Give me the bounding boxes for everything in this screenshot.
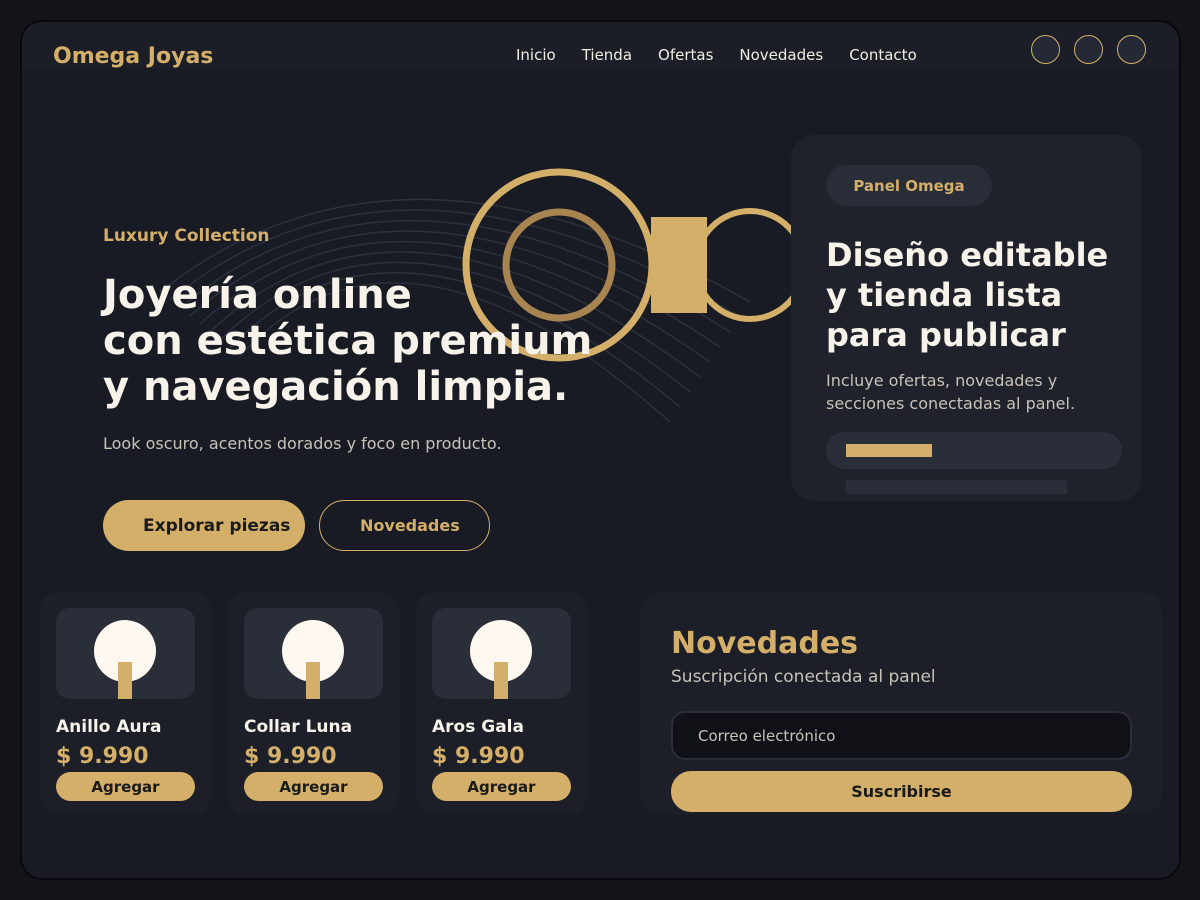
panel-title-line: para publicar <box>826 316 1066 354</box>
pendant-icon <box>470 620 532 699</box>
placeholder-bar <box>846 480 1067 494</box>
top-navbar: Omega Joyas Inicio Tienda Ofertas Noveda… <box>22 22 1179 69</box>
panel-badge: Panel Omega <box>826 165 992 206</box>
product-card[interactable]: Collar Luna $ 9.990 Agregar <box>228 592 399 814</box>
add-to-cart-button[interactable]: Agregar <box>56 772 195 801</box>
page-frame: Omega Joyas Inicio Tienda Ofertas Noveda… <box>20 20 1181 880</box>
hero-title-line: Joyería online <box>103 272 412 318</box>
hero-title: Joyería online con estética premium y na… <box>103 272 663 410</box>
hero-section: Luxury Collection Joyería online con est… <box>40 82 807 551</box>
account-icon[interactable] <box>1074 35 1103 64</box>
add-to-cart-button[interactable]: Agregar <box>244 772 383 801</box>
hero-title-line: con estética premium <box>103 318 593 364</box>
nav-link-novedades[interactable]: Novedades <box>739 46 823 64</box>
newsletter-card: Novedades Suscripción conectada al panel… <box>640 592 1162 814</box>
omega-panel-card: Panel Omega Diseño editable y tienda lis… <box>791 135 1142 501</box>
cart-icon[interactable] <box>1117 35 1146 64</box>
email-field[interactable] <box>671 711 1132 760</box>
product-name: Collar Luna <box>244 717 353 737</box>
panel-title-line: Diseño editable <box>826 236 1109 274</box>
product-price: $ 9.990 <box>56 744 149 769</box>
panel-title: Diseño editable y tienda lista para publ… <box>826 235 1136 355</box>
novedades-button[interactable]: Novedades <box>319 500 490 551</box>
subscribe-button[interactable]: Suscribirse <box>671 771 1132 812</box>
newsletter-subtitle: Suscripción conectada al panel <box>671 667 936 687</box>
product-card[interactable]: Anillo Aura $ 9.990 Agregar <box>40 592 211 814</box>
nav-link-contacto[interactable]: Contacto <box>849 46 917 64</box>
hero-subtitle: Look oscuro, acentos dorados y foco en p… <box>103 434 502 453</box>
panel-description: Incluye ofertas, novedades y secciones c… <box>826 371 1076 413</box>
header-actions <box>1031 35 1146 64</box>
progress-bar-fill <box>846 444 932 457</box>
search-icon[interactable] <box>1031 35 1060 64</box>
product-price: $ 9.990 <box>432 744 525 769</box>
product-image <box>244 608 383 699</box>
hero-title-line: y navegación limpia. <box>103 364 569 410</box>
nav-link-ofertas[interactable]: Ofertas <box>658 46 713 64</box>
main-menu: Inicio Tienda Ofertas Novedades Contacto <box>516 46 917 64</box>
panel-title-line: y tienda lista <box>826 276 1063 314</box>
progress-bar <box>826 432 1122 469</box>
product-name: Aros Gala <box>432 717 524 737</box>
product-card[interactable]: Aros Gala $ 9.990 Agregar <box>416 592 587 814</box>
pendant-icon <box>282 620 344 699</box>
product-image <box>56 608 195 699</box>
newsletter-title: Novedades <box>671 626 859 661</box>
nav-link-inicio[interactable]: Inicio <box>516 46 556 64</box>
product-price: $ 9.990 <box>244 744 337 769</box>
explore-pieces-button[interactable]: Explorar piezas <box>103 500 305 551</box>
add-to-cart-button[interactable]: Agregar <box>432 772 571 801</box>
brand-logo[interactable]: Omega Joyas <box>53 44 213 69</box>
hero-eyebrow: Luxury Collection <box>103 226 270 246</box>
product-image <box>432 608 571 699</box>
nav-link-tienda[interactable]: Tienda <box>582 46 632 64</box>
product-name: Anillo Aura <box>56 717 162 737</box>
pendant-icon <box>94 620 156 699</box>
